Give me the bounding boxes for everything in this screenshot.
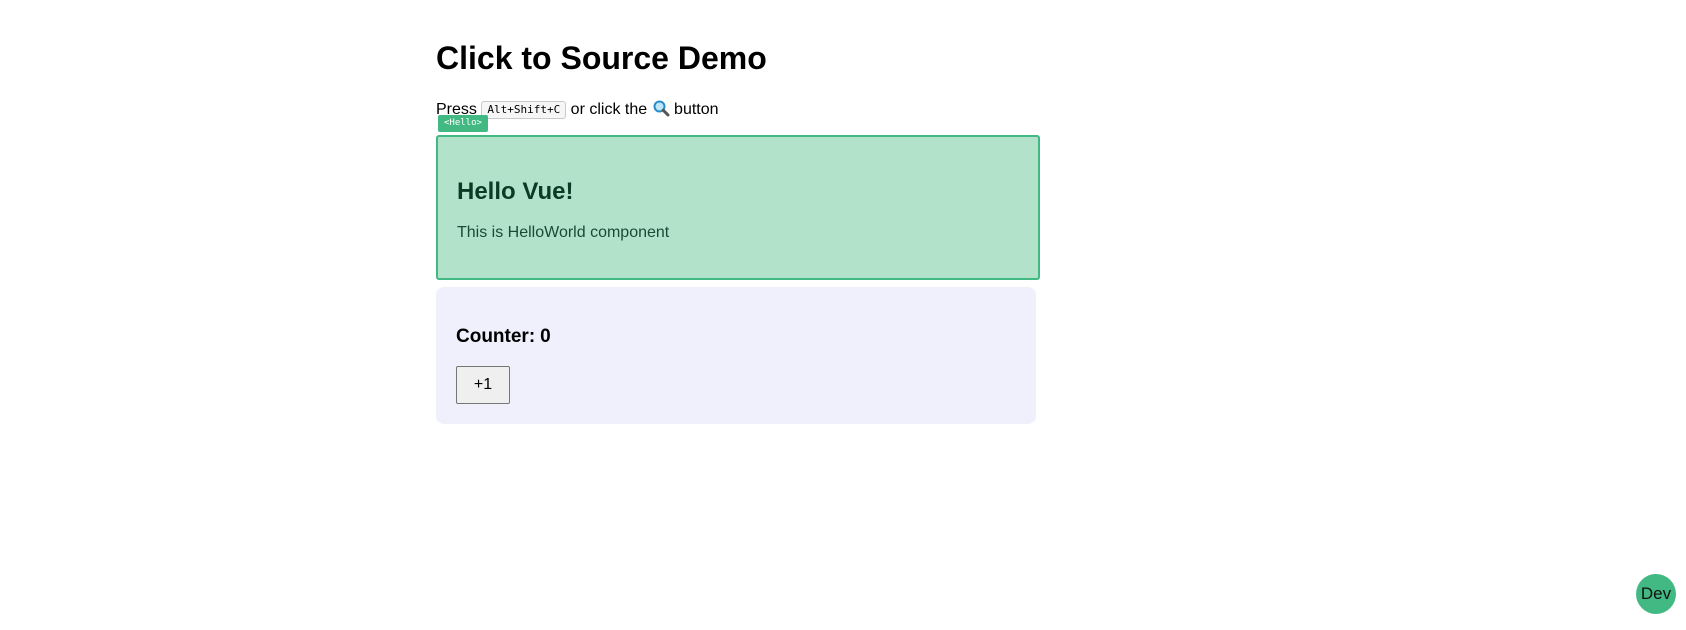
counter-label: Counter:: [456, 326, 536, 347]
counter-heading: Counter: 0: [456, 325, 551, 349]
counter-component: Counter: 0 +1: [436, 287, 1036, 424]
hello-world-component[interactable]: Hello Vue! This is HelloWorld component: [436, 135, 1040, 280]
dev-toggle-button[interactable]: Dev: [1636, 574, 1676, 614]
instructions-middle: or click the: [570, 101, 648, 118]
instructions-suffix: button: [674, 101, 719, 118]
hello-title: Hello Vue!: [457, 178, 574, 205]
search-icon: [652, 99, 670, 117]
hello-description: This is HelloWorld component: [457, 224, 670, 241]
counter-value: 0: [540, 326, 551, 347]
shortcut-key: Alt+Shift+C: [481, 101, 567, 119]
component-tag-badge: <Hello>: [438, 115, 488, 132]
page-title: Click to Source Demo: [436, 40, 767, 76]
increment-button[interactable]: +1: [456, 366, 510, 404]
